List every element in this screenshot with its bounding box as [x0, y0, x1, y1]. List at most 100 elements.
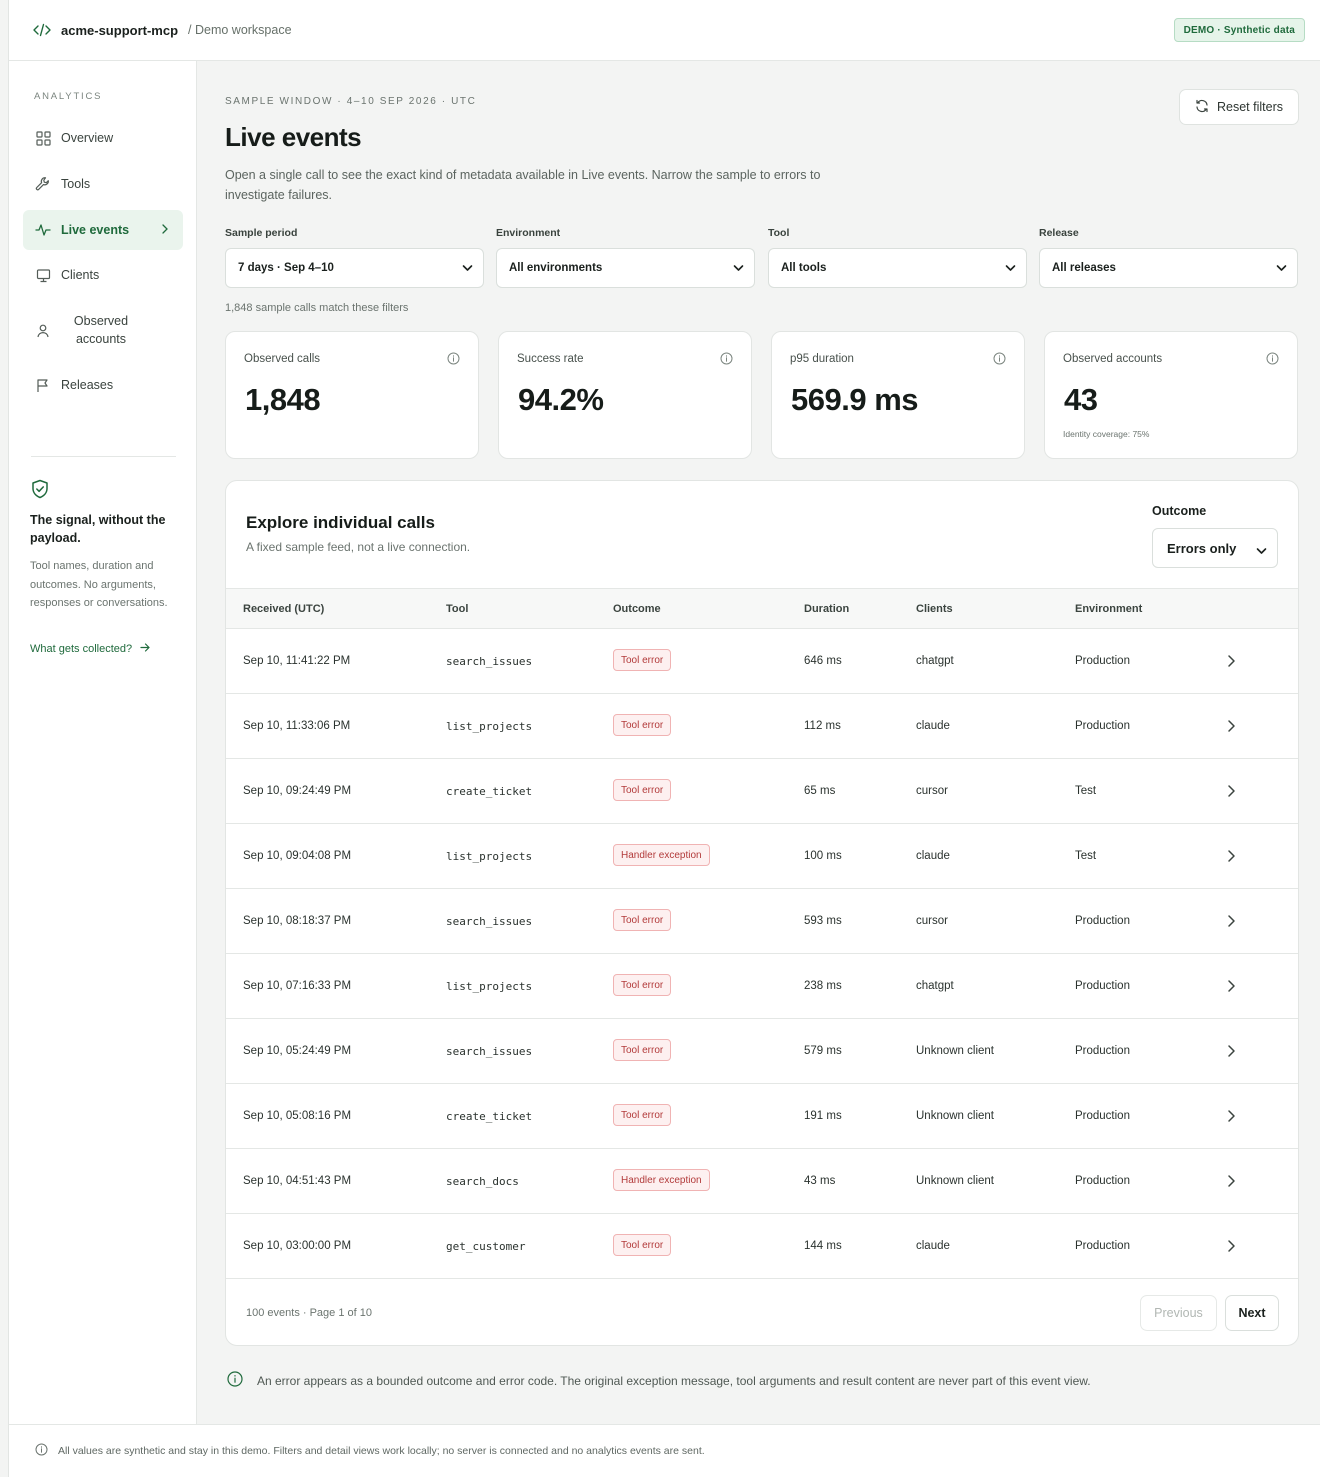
chevron-right-icon[interactable]	[1227, 849, 1236, 866]
what-gets-collected-link[interactable]: What gets collected?	[30, 643, 150, 655]
calls-title: Explore individual calls	[246, 513, 435, 532]
cell-tool: create_ticket	[446, 785, 533, 798]
stat-card-success-rate: Success rate 94.2%	[498, 331, 752, 459]
chevron-right-icon[interactable]	[1227, 719, 1236, 736]
sidebar-item-label: Clients	[61, 268, 100, 282]
info-icon[interactable]	[720, 352, 733, 368]
info-icon[interactable]	[447, 352, 460, 368]
cell-tool: get_customer	[446, 1240, 526, 1253]
select-value: All releases	[1052, 262, 1116, 274]
chevron-right-icon[interactable]	[1227, 784, 1236, 801]
column-header[interactable]: Received (UTC)	[243, 603, 324, 615]
cell-environment: Production	[1075, 980, 1130, 992]
sidebar-item-overview[interactable]: Overview	[23, 118, 183, 158]
sample-period-select[interactable]: 7 days · Sep 4–10	[225, 248, 484, 288]
link-label: What gets collected?	[30, 643, 133, 655]
calls-panel: Explore individual calls A fixed sample …	[225, 480, 1299, 1346]
cell-received: Sep 10, 11:41:22 PM	[243, 655, 351, 667]
table-row[interactable]: Sep 10, 05:24:49 PM search_issues Tool err…	[226, 1019, 1298, 1084]
table-row[interactable]: Sep 10, 08:18:37 PM search_issues Tool err…	[226, 889, 1298, 954]
sidebar-divider	[31, 456, 176, 457]
privacy-text: Tool names, duration and outcomes. No ar…	[30, 560, 168, 609]
chevron-right-icon[interactable]	[1227, 914, 1236, 931]
stat-value: 569.9 ms	[791, 382, 919, 417]
environment-select[interactable]: All environments	[496, 248, 755, 288]
release-select[interactable]: All releases	[1039, 248, 1298, 288]
filter-release: Release All releases	[1039, 227, 1298, 288]
sidebar-item-label: Tools	[61, 177, 91, 191]
app-frame: acme-support-mcp / Demo workspace DEMO ·…	[8, 0, 1320, 1477]
table-row[interactable]: Sep 10, 03:00:00 PM get_customer Tool erro…	[226, 1214, 1298, 1279]
chevron-right-icon[interactable]	[1227, 1174, 1236, 1191]
sidebar-item-live-events[interactable]: Live events	[23, 210, 183, 250]
sidebar-item-label: Overview	[61, 131, 114, 145]
cell-duration: 646 ms	[804, 655, 842, 667]
wrench-icon	[35, 176, 51, 192]
cell-environment: Production	[1075, 1175, 1130, 1187]
next-page-button[interactable]: Next	[1225, 1295, 1279, 1331]
column-header[interactable]: Duration	[804, 603, 849, 615]
calls-subtitle: A fixed sample feed, not a live connecti…	[246, 540, 471, 554]
project-name[interactable]: acme-support-mcp	[61, 23, 178, 38]
chevron-right-icon[interactable]	[1227, 1109, 1236, 1126]
column-header[interactable]: Clients	[916, 603, 953, 615]
table-row[interactable]: Sep 10, 09:04:08 PM list_projects Handler …	[226, 824, 1298, 889]
sidebar-item-clients[interactable]: Clients	[23, 255, 183, 295]
table-row[interactable]: Sep 10, 11:41:22 PM search_issues Tool err…	[226, 629, 1298, 694]
cell-environment: Production	[1075, 1045, 1130, 1057]
sidebar-item-tools[interactable]: Tools	[23, 164, 183, 204]
sidebar-item-label: Observed accounts	[73, 314, 129, 346]
outcome-badge: Tool error	[613, 974, 672, 996]
cell-duration: 65 ms	[804, 785, 836, 797]
cell-client: cursor	[916, 915, 948, 927]
column-header[interactable]: Environment	[1075, 603, 1142, 615]
footnote-text: An error appears as a bounded outcome an…	[257, 1373, 1091, 1388]
cell-duration: 100 ms	[804, 850, 842, 862]
cell-client: claude	[916, 1240, 950, 1252]
cell-received: Sep 10, 03:00:00 PM	[243, 1240, 352, 1252]
info-icon[interactable]	[993, 352, 1006, 368]
sidebar-heading: ANALYTICS	[34, 91, 103, 102]
chevron-right-icon[interactable]	[1227, 1044, 1236, 1061]
stat-card-p95-duration: p95 duration 569.9 ms	[771, 331, 1025, 459]
sample-window-label: SAMPLE WINDOW · 4–10 SEP 2026 · UTC	[225, 96, 477, 107]
info-icon[interactable]	[1266, 352, 1279, 368]
column-header[interactable]: Outcome	[613, 603, 661, 615]
previous-page-button[interactable]: Previous	[1140, 1295, 1217, 1331]
table-row[interactable]: Sep 10, 09:24:49 PM create_ticket Tool err…	[226, 759, 1298, 824]
demo-badge: DEMO · Synthetic data	[1173, 18, 1305, 42]
tool-select[interactable]: All tools	[768, 248, 1027, 288]
select-value: 7 days · Sep 4–10	[238, 262, 334, 274]
stat-card-observed-accounts: Observed accounts 43 Identity coverage: …	[1044, 331, 1298, 459]
cell-received: Sep 10, 04:51:43 PM	[243, 1175, 352, 1187]
filter-label: Sample period	[225, 227, 298, 239]
cell-tool: list_projects	[446, 720, 533, 733]
chevron-right-icon[interactable]	[1227, 979, 1236, 996]
top-bar: acme-support-mcp / Demo workspace DEMO ·…	[9, 0, 1320, 61]
column-header[interactable]: Tool	[446, 603, 468, 615]
outcome-select[interactable]: Errors only	[1152, 528, 1278, 568]
stat-value: 43	[1064, 382, 1098, 417]
chevron-right-icon[interactable]	[1227, 1239, 1236, 1256]
table-row[interactable]: Sep 10, 04:51:43 PM search_docs Handler ex…	[226, 1149, 1298, 1214]
info-icon	[227, 1371, 243, 1390]
table-row[interactable]: Sep 10, 05:08:16 PM create_ticket Tool err…	[226, 1084, 1298, 1149]
page-title: Live events	[225, 122, 362, 152]
select-value: Errors only	[1167, 540, 1237, 556]
stat-label: Success rate	[517, 353, 584, 365]
table-row[interactable]: Sep 10, 11:33:06 PM list_projects Tool err…	[226, 694, 1298, 759]
outcome-badge: Handler exception	[613, 1169, 710, 1191]
sidebar-item-label: Releases	[61, 378, 114, 392]
chevron-down-icon	[1276, 263, 1287, 275]
chevron-right-icon[interactable]	[1227, 654, 1236, 671]
identity-coverage: Identity coverage: 75%	[1063, 429, 1150, 439]
code-icon	[33, 21, 51, 39]
reset-filters-button[interactable]: Reset filters	[1179, 89, 1299, 125]
cell-tool: list_projects	[446, 980, 533, 993]
chevron-down-icon	[733, 263, 744, 275]
cell-duration: 593 ms	[804, 915, 842, 927]
sidebar-item-observed-accounts[interactable]: Observed accounts	[23, 305, 183, 355]
sidebar-item-releases[interactable]: Releases	[23, 365, 183, 405]
table-row[interactable]: Sep 10, 07:16:33 PM list_projects Tool err…	[226, 954, 1298, 1019]
stat-label: Observed accounts	[1063, 353, 1163, 365]
